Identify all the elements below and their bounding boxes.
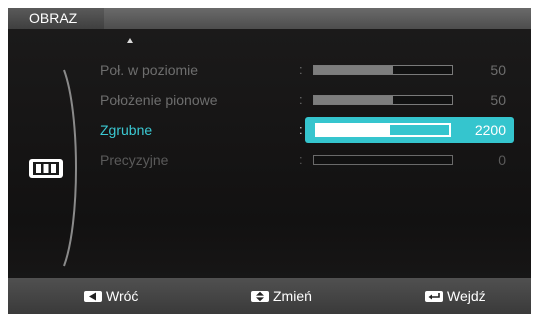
menu-item-label: Precyzyjne	[100, 152, 169, 168]
menu-item-colon: :	[299, 92, 303, 107]
menu-item-vertical-position[interactable]: Położenie pionowe : 50	[8, 87, 531, 113]
arrow-up-down-key-icon	[251, 290, 269, 302]
menu-item-label: Poł. w poziomie	[100, 62, 199, 78]
footer-bar: Wróć Zmień Wejdź	[8, 278, 531, 314]
menu-title: OBRAZ	[8, 8, 104, 29]
enter-key-icon	[425, 290, 443, 302]
enter-label: Wejdź	[447, 288, 486, 304]
back-button[interactable]: Wróć	[84, 278, 138, 314]
menu-item-coarse[interactable]: Zgrubne : 2200	[8, 117, 531, 143]
menu-item-fine[interactable]: Precyzyjne : 0	[8, 147, 531, 173]
value-bar	[313, 155, 453, 165]
arrow-left-key-icon	[84, 290, 102, 302]
menu-item-value: 50	[490, 92, 506, 108]
value-bar	[313, 65, 453, 75]
menu-item-colon: :	[299, 62, 303, 77]
menu-item-colon: :	[299, 122, 303, 137]
enter-button[interactable]: Wejdź	[425, 278, 486, 314]
back-label: Wróć	[106, 288, 139, 304]
menu-item-label: Położenie pionowe	[100, 92, 218, 108]
menu-item-colon: :	[299, 152, 303, 167]
menu-item-value: 50	[490, 62, 506, 78]
menu-item-horizontal-position[interactable]: Poł. w poziomie : 50	[8, 57, 531, 83]
title-bar: OBRAZ	[8, 8, 531, 29]
change-label: Zmień	[273, 288, 312, 304]
value-slider[interactable]	[315, 123, 451, 137]
menu-item-label: Zgrubne	[100, 122, 153, 138]
scroll-up-arrow-icon[interactable]	[127, 38, 133, 43]
menu-item-value: 0	[498, 152, 506, 168]
value-bar	[313, 95, 453, 105]
change-button[interactable]: Zmień	[251, 278, 312, 314]
menu-item-value: 2200	[474, 122, 506, 138]
osd-menu: OBRAZ Poł. w poziomie : 50 Położenie pio…	[8, 8, 531, 314]
